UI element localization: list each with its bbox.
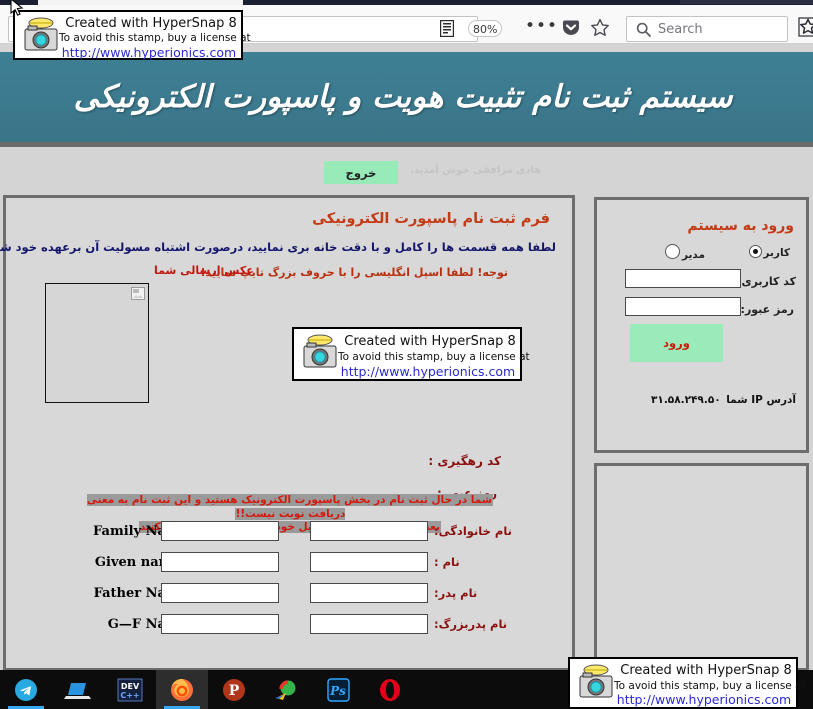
watermark-line-3: http://www.hyperionics.com	[616, 692, 792, 707]
search-icon	[636, 22, 651, 37]
username-label: کد کاربری:	[737, 275, 796, 288]
form-row-grandfather-name: G—F Name نام پدربزرگ:	[6, 613, 578, 644]
form-row-father-name: Father Name نام پدر:	[6, 582, 578, 613]
library-star-icon[interactable]	[798, 17, 813, 37]
watermark-line-3: http://www.hyperionics.com	[340, 364, 516, 379]
pocket-icon[interactable]	[562, 19, 580, 37]
field-input-fa[interactable]	[310, 521, 428, 541]
field-input-en[interactable]	[161, 521, 279, 541]
more-options-icon[interactable]: •••	[525, 18, 557, 37]
watermark-line-3: http://www.hyperionics.com	[61, 45, 237, 60]
taskbar-item-telegram[interactable]	[0, 670, 52, 709]
password-input[interactable]	[625, 297, 741, 316]
app-p-icon: P	[223, 679, 245, 701]
bookmark-star-icon[interactable]	[590, 18, 610, 38]
search-placeholder: Search	[658, 22, 703, 37]
login-panel: ورود به سیستم کاربر مدیر کد کاربری: رمز …	[594, 197, 809, 453]
field-input-en[interactable]	[161, 583, 279, 603]
browser-tab-secondary[interactable]	[680, 0, 813, 4]
field-label-fa: نام خانوادگی:	[434, 524, 512, 538]
field-input-fa[interactable]	[310, 583, 428, 603]
idm-icon	[275, 680, 296, 700]
form-row-given-names: Given names نام :	[6, 551, 578, 582]
password-label: رمز عبور:	[740, 303, 794, 316]
tracking-code-label: کد رهگیری :	[428, 454, 501, 468]
ip-address-value: ۳۱.۵۸.۲۴۹.۵۰	[651, 394, 721, 406]
taskbar-item-photoshop[interactable]: Ps	[312, 670, 364, 709]
login-title: ورود به سیستم	[687, 218, 794, 234]
taskbar-item-app-p[interactable]: P	[208, 670, 260, 709]
watermark-line-2: To avoid this stamp, buy a license at	[59, 32, 251, 44]
login-button[interactable]: ورود	[630, 324, 723, 362]
username-input[interactable]	[625, 269, 741, 288]
photo-preview-box[interactable]	[45, 283, 149, 403]
laptop-icon	[64, 683, 91, 699]
radio-user-dot	[753, 249, 758, 254]
search-input[interactable]: Search	[626, 16, 788, 42]
welcome-text: هادی مرافقی خوش آمدید.	[410, 165, 542, 176]
hypersnap-watermark-bottom: Created with HyperSnap 8 To avoid this s…	[568, 657, 806, 709]
taskbar-item-firefox[interactable]	[156, 670, 208, 709]
field-label-fa: نام پدر:	[434, 586, 478, 600]
hypersnap-watermark-middle: Created with HyperSnap 8 To avoid this s…	[292, 327, 530, 381]
ip-address-label: آدرس IP شما	[726, 394, 796, 406]
mouse-cursor	[10, 0, 24, 16]
taskbar-item-idm[interactable]	[260, 670, 312, 709]
telegram-icon	[15, 679, 37, 701]
radio-user-label: کاربر	[763, 247, 790, 259]
opera-icon	[380, 679, 400, 701]
site-banner-title: سیستم ثبت نام تثبیت هویت و پاسپورت الکتر…	[73, 79, 733, 115]
svg-text:C++: C++	[120, 691, 139, 700]
taskbar-item-opera[interactable]	[364, 670, 416, 709]
devcpp-icon: DEV C++	[117, 678, 143, 702]
radio-admin[interactable]	[665, 244, 680, 259]
camera-icon	[303, 334, 337, 368]
broken-image-icon	[131, 287, 145, 300]
field-label-fa: نام :	[434, 555, 460, 569]
registration-warning-line1: شما در حال ثبت نام در بخش پاسپورت الکترو…	[86, 494, 494, 520]
photoshop-icon: Ps	[327, 678, 350, 702]
camera-icon	[24, 17, 58, 51]
form-row-family-name: Family Name نام خانوادگی:	[6, 520, 578, 551]
camera-icon	[579, 664, 613, 698]
radio-admin-label: مدیر	[681, 249, 705, 261]
photo-upload-label: عکس ارسالی شما	[154, 264, 254, 277]
banner-shadow	[0, 142, 813, 147]
zoom-level-badge[interactable]: 80%	[468, 20, 503, 37]
svg-text:P: P	[229, 683, 240, 699]
form-instruction-primary: لطفا همه قسمت ها را کامل و با دقت خانه ب…	[0, 240, 556, 254]
reader-view-icon[interactable]	[440, 20, 454, 37]
site-banner: سیستم ثبت نام تثبیت هویت و پاسپورت الکتر…	[0, 52, 813, 142]
watermark-line-2: To avoid this stamp, buy a license at	[614, 680, 806, 692]
form-title: فرم ثبت نام پاسپورت الکترونیکی	[312, 211, 550, 227]
firefox-icon	[171, 679, 193, 701]
svg-text:Ps: Ps	[329, 684, 346, 698]
side-panel-empty	[594, 463, 809, 670]
radio-user[interactable]	[749, 245, 762, 258]
field-input-fa[interactable]	[310, 614, 428, 634]
welcome-row: خروج هادی مرافقی خوش آمدید.	[0, 149, 813, 189]
taskbar-item-devcpp[interactable]: DEV C++	[104, 670, 156, 709]
watermark-line-1: Created with HyperSnap 8	[344, 334, 516, 349]
exit-button[interactable]: خروج	[324, 161, 398, 184]
registration-form-panel: فرم ثبت نام پاسپورت الکترونیکی لطفا همه …	[0, 195, 578, 670]
watermark-line-1: Created with HyperSnap 8	[620, 663, 792, 678]
taskbar-item-laptop[interactable]	[52, 670, 104, 709]
field-input-fa[interactable]	[310, 552, 428, 572]
watermark-line-2: To avoid this stamp, buy a license at	[338, 351, 530, 363]
field-input-en[interactable]	[161, 552, 279, 572]
hypersnap-watermark-top: Created with HyperSnap 8 To avoid this s…	[13, 10, 251, 60]
field-label-fa: نام پدربزرگ:	[434, 617, 508, 631]
field-input-en[interactable]	[161, 614, 279, 634]
svg-text:DEV: DEV	[121, 682, 140, 691]
watermark-line-1: Created with HyperSnap 8	[65, 16, 237, 31]
